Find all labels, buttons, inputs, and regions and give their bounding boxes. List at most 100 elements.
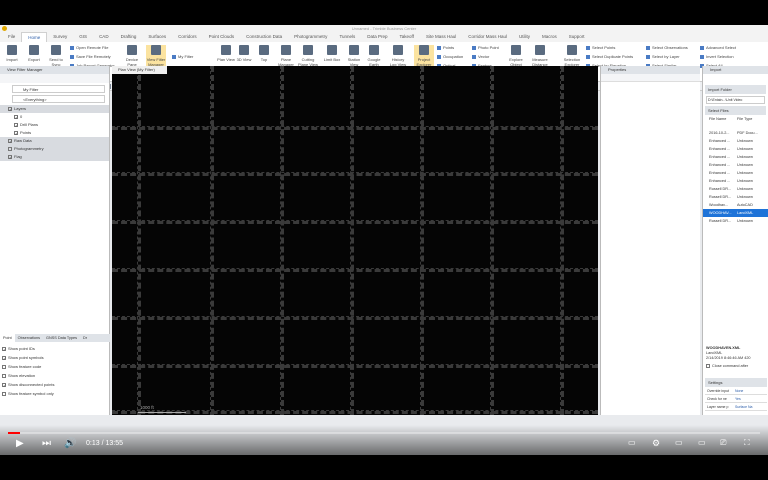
tab-tunnels[interactable]: Tunnels (333, 32, 361, 42)
file-row[interactable]: 2016-10-2... PDF Docu... (703, 129, 768, 137)
checkbox[interactable] (8, 146, 12, 151)
file-row[interactable]: Enhanced ... Unknown (703, 145, 768, 153)
ribbon-button-device-pane[interactable]: Device Pane (122, 45, 142, 67)
ribbon-button-top[interactable]: Top (254, 45, 274, 62)
filter-name-select[interactable]: My Filter (12, 85, 105, 93)
settings-gear-icon[interactable]: ⚙ (652, 438, 660, 449)
file-row[interactable]: Woodhav... AutoCAD (703, 201, 768, 209)
volume-icon[interactable]: 🔊 (64, 438, 76, 449)
plan-view-tab[interactable]: Plan View (My Filter) (112, 66, 167, 74)
tree-item[interactable]: ✓ Raw Data (0, 137, 109, 145)
ribbon-button-history-log-view[interactable]: History Log View (388, 45, 408, 67)
close-after-checkbox[interactable]: Close command after (706, 364, 751, 369)
tab-file[interactable]: File (2, 32, 21, 42)
tab-gis[interactable]: GIS (73, 32, 93, 42)
tree-item[interactable]: ✓ Flag (0, 153, 109, 161)
tree-item[interactable]: ✓ Drill Plans (0, 121, 109, 129)
tab-photogrammetry[interactable]: Photogrammetry (288, 32, 333, 42)
option-checkbox[interactable]: ✓ Show point IDs (2, 344, 54, 353)
ribbon-button-3d-view[interactable]: 3D View (234, 45, 254, 62)
ribbon-button-google-earth[interactable]: Google Earth (364, 45, 384, 67)
play-icon[interactable]: ▶ (16, 438, 24, 449)
tab-survey[interactable]: Survey (47, 32, 73, 42)
miniplayer-icon[interactable]: ▭ (675, 438, 683, 447)
ribbon-select-duplicate-points[interactable]: Select Duplicate Points (586, 54, 633, 59)
ribbon-button-station-view[interactable]: Station View (344, 45, 364, 67)
bottom-tab[interactable]: Point (0, 334, 15, 342)
checkbox[interactable] (2, 373, 6, 378)
ribbon-filter-select[interactable]: My Filter (172, 54, 193, 59)
file-row[interactable]: Russell DR... Unknown (703, 185, 768, 193)
ribbon-button-limit-box[interactable]: Limit Box (322, 45, 342, 62)
option-checkbox[interactable]: Show feature symbol only (2, 389, 54, 398)
settings-row[interactable]: Layer name p Surface Na (705, 403, 767, 411)
col-file-name[interactable]: File Name (709, 117, 737, 129)
ribbon-select-observations[interactable]: Select Observations (646, 45, 688, 50)
tab-corridor-mass-haul[interactable]: Corridor Mass Haul (462, 32, 513, 42)
tab-macros[interactable]: Macros (536, 32, 563, 42)
tree-item[interactable]: ✓ 0 (0, 113, 109, 121)
ribbon-advanced-select[interactable]: Advanced Select (700, 45, 736, 50)
checkbox[interactable]: ✓ (2, 382, 6, 387)
ribbon-open-remote-file[interactable]: Open Remote File (70, 45, 108, 50)
col-file-type[interactable]: File Type (737, 117, 765, 129)
ribbon-button-import[interactable]: Import (2, 45, 22, 62)
tab-home[interactable]: Home (21, 31, 48, 43)
ribbon-button-export[interactable]: Export (24, 45, 44, 62)
bottom-tab[interactable]: GNSS Data Types (43, 334, 80, 342)
next-icon[interactable]: ⏭ (42, 438, 51, 449)
tab-support[interactable]: Support (563, 32, 591, 42)
tree-item[interactable]: ✓ Layers (0, 105, 109, 113)
file-row[interactable]: Russell DR... Unknown (703, 217, 768, 225)
option-checkbox[interactable]: ✓ Show point symbols (2, 353, 54, 362)
bottom-tab[interactable]: Dr (80, 334, 90, 342)
checkbox[interactable]: ✓ (2, 355, 6, 360)
checkbox[interactable]: ✓ (2, 346, 6, 351)
ribbon-save-file-remotely[interactable]: Save File Remotely (70, 54, 111, 59)
checkbox[interactable] (2, 391, 6, 396)
video-progress-bar[interactable] (8, 432, 760, 434)
ribbon-button-plan-view[interactable]: Plan View (216, 45, 236, 62)
plan-view-canvas[interactable] (112, 66, 598, 415)
tab-construction-data[interactable]: Construction Data (240, 32, 288, 42)
tab-data-prep[interactable]: Data Prep (361, 32, 393, 42)
ribbon-select-by-layer[interactable]: Select by Layer (646, 54, 680, 59)
file-row[interactable]: Enhanced ... Unknown (703, 169, 768, 177)
tab-cad[interactable]: CAD (93, 32, 115, 42)
ribbon-button-send-to-sync[interactable]: Send to Sync (46, 45, 66, 67)
checkbox[interactable]: ✓ (8, 106, 12, 111)
ribbon-photo-point[interactable]: Photo Point (472, 45, 499, 50)
settings-value[interactable]: Surface Na (735, 403, 753, 410)
option-checkbox[interactable]: Show elevation (2, 371, 54, 380)
tab-corridors[interactable]: Corridors (172, 32, 203, 42)
option-checkbox[interactable]: ✓ Show disconnected points (2, 380, 54, 389)
tab-point-clouds[interactable]: Point Clouds (203, 32, 241, 42)
file-row[interactable]: Enhanced ... Unknown (703, 153, 768, 161)
ribbon-invert-selection[interactable]: Invert Selection (700, 54, 734, 59)
option-checkbox[interactable]: Show feature code (2, 362, 54, 371)
ribbon-button-plane-manager[interactable]: Plane Manager (276, 45, 296, 67)
tab-utility[interactable]: Utility (513, 32, 536, 42)
ribbon-occupation[interactable]: Occupation (437, 54, 463, 59)
file-row[interactable]: Russell DR... Unknown (703, 193, 768, 201)
bottom-tab[interactable]: Observations (15, 334, 43, 342)
ribbon-button-cutting-plane-view[interactable]: Cutting Plane View (298, 45, 318, 67)
ribbon-button-measure-distance[interactable]: Measure Distance (530, 45, 550, 67)
checkbox[interactable]: ✓ (14, 130, 18, 135)
import-folder-path[interactable]: D:\Entain...\Unit Video (706, 96, 765, 104)
file-row[interactable]: Enhanced ... Unknown (703, 161, 768, 169)
checkbox[interactable] (2, 364, 6, 369)
file-row[interactable]: Enhanced ... Unknown (703, 137, 768, 145)
ribbon-button-selection-explorer[interactable]: Selection Explorer (562, 45, 582, 67)
checkbox[interactable]: ✓ (8, 154, 12, 159)
tab-drafting[interactable]: Drafting (115, 32, 143, 42)
tab-site-mass-haul[interactable]: Site Mass Haul (420, 32, 462, 42)
settings-value[interactable]: None (735, 387, 743, 394)
file-row[interactable]: Enhanced ... Unknown (703, 177, 768, 185)
captions-icon[interactable]: ▭ (628, 438, 636, 447)
checkbox[interactable]: ✓ (8, 138, 12, 143)
ribbon-button-explore-object[interactable]: Explore Object (506, 45, 526, 67)
checkbox[interactable]: ✓ (14, 114, 18, 119)
tab-takeoff[interactable]: Takeoff (394, 32, 420, 42)
ribbon-vector[interactable]: Vector (472, 54, 489, 59)
